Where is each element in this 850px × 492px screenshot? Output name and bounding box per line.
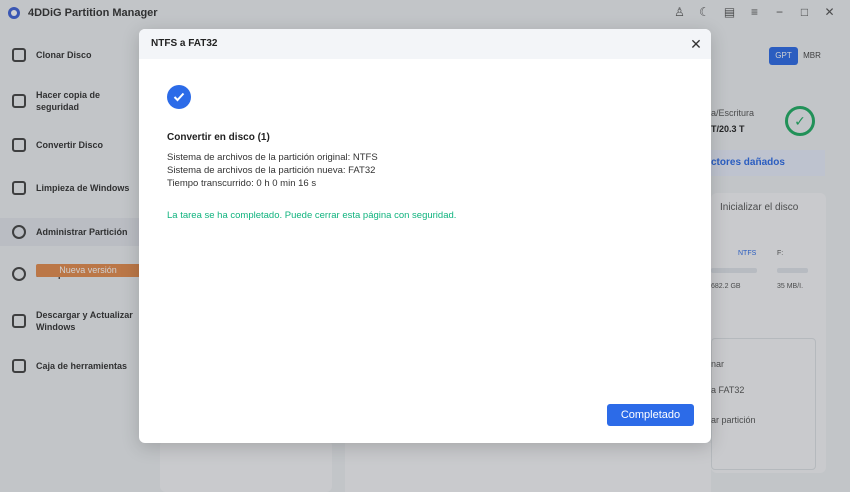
elapsed-time-text: Tiempo transcurrido: 0 h 0 min 16 s: [167, 178, 317, 189]
dialog-title: NTFS a FAT32: [151, 38, 218, 49]
close-icon[interactable]: ✕: [687, 35, 705, 53]
success-check-icon: [167, 85, 191, 109]
task-title: Convertir en disco (1): [167, 132, 270, 143]
complete-button[interactable]: Completado: [607, 404, 694, 426]
success-message: La tarea se ha completado. Puede cerrar …: [167, 210, 457, 221]
dialog-header: NTFS a FAT32 ✕: [139, 29, 711, 59]
conversion-dialog: NTFS a FAT32 ✕ Convertir en disco (1) Si…: [139, 29, 711, 443]
new-filesystem-text: Sistema de archivos de la partición nuev…: [167, 165, 376, 176]
conversion-details: Sistema de archivos de la partición orig…: [167, 151, 378, 190]
original-filesystem-text: Sistema de archivos de la partición orig…: [167, 152, 378, 163]
